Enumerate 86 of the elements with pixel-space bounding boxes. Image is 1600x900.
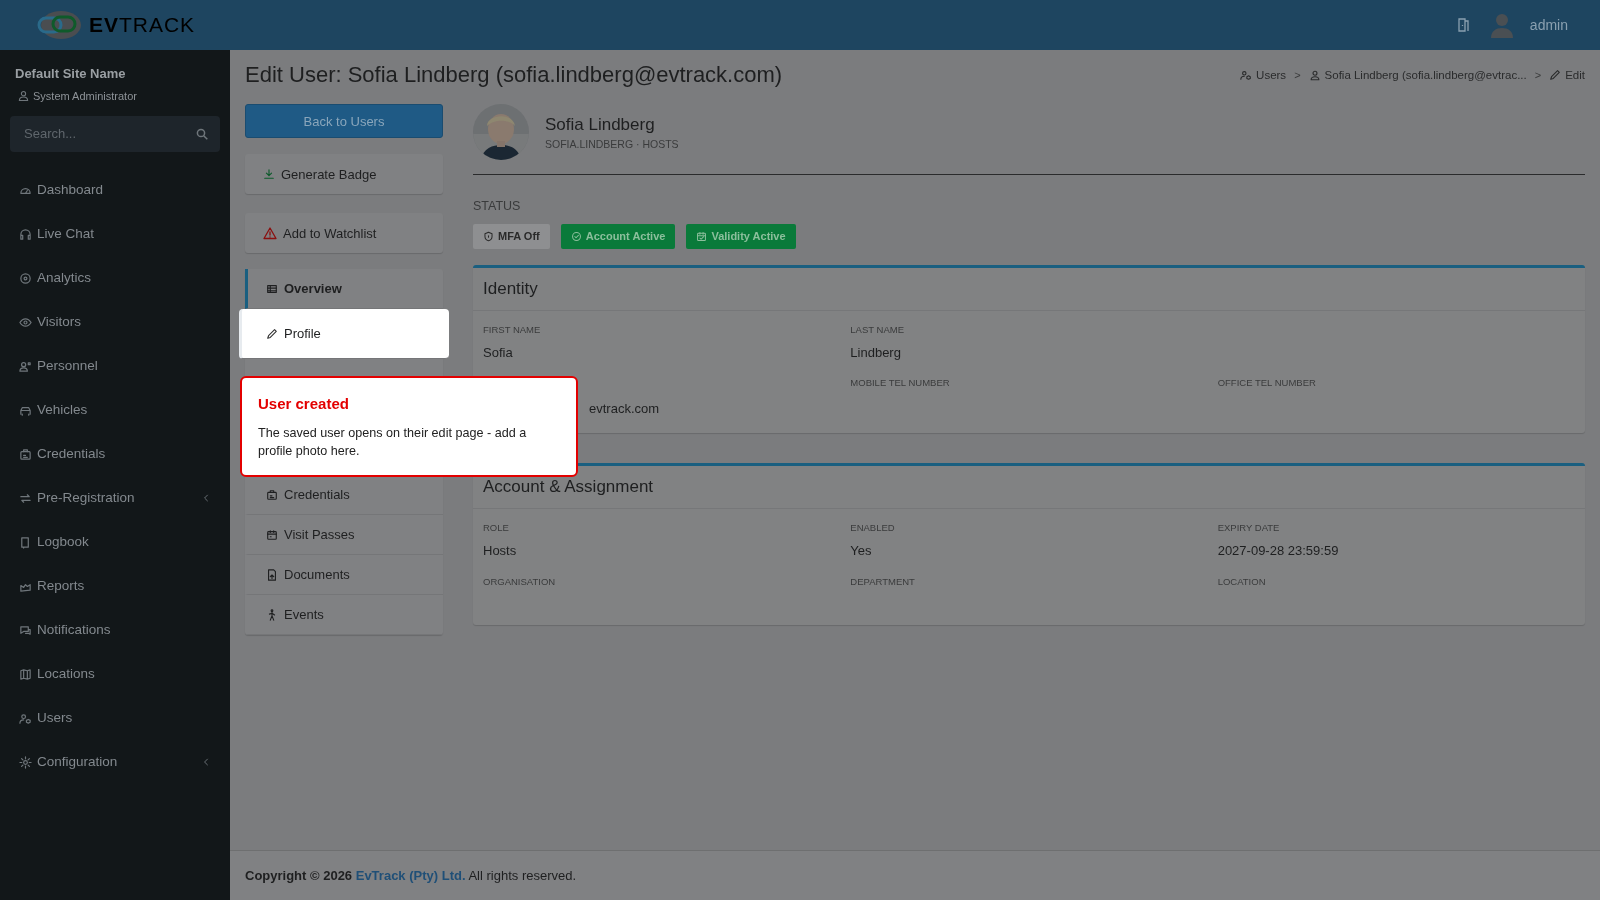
sidebar-item[interactable]: Notifications [0, 608, 230, 652]
id-card-icon [266, 488, 278, 501]
tab[interactable]: Documents [245, 555, 443, 596]
field-label: ORGANISATION [483, 574, 557, 589]
status-badge: Validity Active [686, 224, 796, 250]
sidebar-item[interactable]: Dashboard [0, 168, 230, 212]
document-icon [266, 568, 278, 581]
sidebar-item[interactable]: Logbook [0, 520, 230, 564]
tab[interactable]: Profile [239, 309, 449, 360]
field-label: LAST NAME [850, 322, 905, 337]
field-value: 2027-09-28 23:59:59 [1217, 542, 1340, 561]
search-field[interactable]: Search... [10, 116, 220, 152]
search-icon[interactable] [196, 128, 208, 140]
sidebar-item[interactable]: Live Chat [0, 212, 230, 256]
copyright-text: Copyright © 2026 EvTrack (Pty) Ltd. All rights reserved. [245, 866, 577, 885]
sidebar-item[interactable]: Personnel [0, 344, 230, 388]
book-icon [19, 535, 32, 549]
field-label: LOCATION [1217, 574, 1267, 589]
field-label: EXPIRY DATE [1217, 520, 1281, 535]
status-badge: Account Active [560, 224, 676, 250]
breadcrumb-link[interactable]: Edit [1549, 66, 1585, 84]
search-input[interactable]: Search... [22, 123, 196, 145]
logo-text: EVTRACK [88, 12, 196, 39]
id-card-icon [19, 447, 32, 461]
check-circle-icon [570, 231, 582, 243]
arrows-icon [19, 491, 32, 505]
section-title: Identity [473, 268, 1585, 311]
status-badge: MFA Off [473, 224, 550, 250]
field-label: ROLE [483, 520, 510, 535]
sidebar-item[interactable]: Locations [0, 652, 230, 696]
breadcrumb-separator: > [1294, 67, 1301, 83]
callout-text: The saved user opens on their edit page - add a profile photo here. [258, 424, 528, 461]
person-icon [18, 90, 29, 102]
breadcrumb-separator: > [1534, 67, 1542, 83]
breadcrumb-link[interactable]: Sofia Lindberg (sofia.lindberg@evtrac... [1308, 66, 1527, 84]
sidebar-item[interactable]: Vehicles [0, 388, 230, 432]
tab[interactable]: Events [245, 595, 443, 636]
status-heading: STATUS [473, 198, 522, 216]
tab[interactable]: Visit Passes [245, 515, 443, 556]
pencil-icon [266, 327, 278, 340]
target-icon [19, 271, 32, 285]
sidebar-item[interactable]: Credentials [0, 432, 230, 476]
user-name: Sofia Lindberg [545, 113, 656, 136]
sidebar-item[interactable]: Reports [0, 564, 230, 608]
page-title: Edit User: Sofia Lindberg (sofia.lindberg@evtrack.com) [245, 62, 783, 89]
map-icon [19, 667, 32, 681]
calendar-icon [266, 528, 278, 541]
table-icon [266, 282, 278, 295]
field-label: MOBILE TEL NUMBER [850, 376, 951, 391]
sidebar-item[interactable]: Configuration [0, 740, 230, 784]
back-button[interactable]: Back to Users [245, 104, 443, 139]
sidebar-item[interactable]: Pre-Registration [0, 476, 230, 520]
sidebar-item[interactable]: Analytics [0, 256, 230, 300]
field-label: ENABLED [850, 520, 896, 535]
person-icon [1308, 69, 1321, 82]
action-button[interactable]: Generate Badge [245, 154, 443, 195]
users-icon [1240, 69, 1253, 82]
user-subtitle: SOFIA.LINDBERG · HOSTS [545, 137, 679, 153]
field-value: Lindberg [850, 343, 902, 362]
field-value: Yes [850, 542, 873, 561]
headset-icon [19, 227, 32, 241]
field-value: Sofia [483, 343, 514, 362]
chat-icon [19, 623, 32, 637]
breadcrumb-link[interactable]: Users [1240, 66, 1287, 84]
person-icon [19, 359, 32, 373]
calendar-check-icon [696, 231, 708, 243]
users-icon [19, 711, 32, 725]
warning-icon [263, 226, 277, 241]
field-label: OFFICE TEL NUMBER [1217, 376, 1317, 391]
field-label: FIRST NAME [483, 322, 542, 337]
callout-title: User created [258, 394, 350, 414]
sidebar-item[interactable]: Users [0, 696, 230, 740]
download-icon [263, 168, 275, 181]
door-icon[interactable] [1457, 18, 1470, 32]
user-role: System Administrator [33, 88, 137, 104]
shield-icon [483, 231, 494, 243]
eye-icon [19, 315, 32, 329]
sidebar-item[interactable]: Visitors [0, 300, 230, 344]
action-button[interactable]: Add to Watchlist [245, 213, 443, 254]
field-label: DEPARTMENT [850, 574, 916, 589]
walking-icon [266, 608, 278, 621]
user-name[interactable]: admin [1529, 14, 1568, 36]
field-value: evtrack.com [589, 400, 660, 419]
field-value: Hosts [483, 542, 518, 561]
pencil-icon [1549, 69, 1562, 82]
site-name: Default Site Name [14, 65, 127, 83]
